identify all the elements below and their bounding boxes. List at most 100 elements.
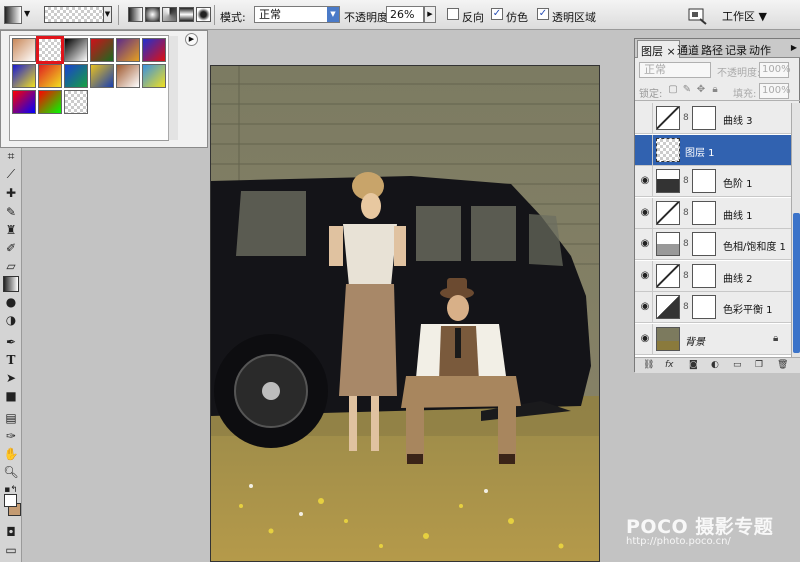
visibility-toggle[interactable]: ◉ (635, 323, 653, 355)
mask-link-icon[interactable]: 8 (683, 302, 689, 312)
tab-layers[interactable]: 图层 × (637, 40, 680, 58)
picker-scrollbar[interactable] (168, 36, 178, 140)
screen-mode-icon[interactable]: ▭ (3, 542, 19, 558)
visibility-toggle[interactable]: ◉ (635, 292, 653, 323)
tab-history[interactable]: 记录 (725, 42, 747, 58)
panel-menu-icon[interactable]: ▶ (791, 43, 797, 52)
layer-mask-thumbnail[interactable] (692, 263, 716, 288)
gradient-tool-icon[interactable] (3, 276, 19, 292)
mask-link-icon[interactable]: 8 (683, 113, 689, 123)
layer-style-icon[interactable]: fx (665, 360, 674, 370)
layer-row[interactable]: 8 曲线 3 (635, 103, 791, 134)
diamond-gradient-icon[interactable] (196, 7, 211, 22)
layer-row[interactable]: ◉ 8 色相/饱和度 1 (635, 229, 791, 260)
gradient-swatch[interactable] (64, 64, 88, 88)
document-canvas[interactable] (210, 65, 600, 562)
history-brush-icon[interactable]: ✐ (3, 240, 19, 256)
adjustment-layer-icon[interactable]: ◐ (711, 360, 719, 370)
gradient-swatch[interactable] (116, 38, 140, 62)
tab-paths[interactable]: 路径 (701, 42, 723, 58)
new-group-icon[interactable]: ▭ (733, 360, 742, 370)
layer-mask-thumbnail[interactable] (692, 295, 716, 319)
mask-link-icon[interactable]: 8 (683, 208, 689, 218)
dither-checkbox[interactable]: ✓ (491, 8, 503, 20)
tab-channels[interactable]: 通道 (677, 42, 699, 58)
tab-actions[interactable]: 动作 (749, 42, 771, 58)
blend-mode-select[interactable]: 正常 (639, 62, 711, 78)
link-layers-icon[interactable]: ⛓ (643, 360, 654, 370)
new-layer-icon[interactable]: ❐ (755, 360, 763, 370)
tool-preset-caret-icon[interactable]: ▼ (24, 9, 30, 18)
layer-row[interactable]: ◉ 背景 🔒︎ (635, 323, 791, 355)
gradient-swatch[interactable] (90, 64, 114, 88)
opacity-slider-arrow-icon[interactable]: ▶ (424, 6, 436, 23)
gradient-swatch[interactable] (64, 90, 88, 114)
shape-tool-icon[interactable]: ■ (3, 388, 19, 404)
visibility-toggle[interactable]: ◉ (635, 197, 653, 229)
layer-list-scrollbar[interactable] (791, 103, 800, 357)
gradient-swatch[interactable] (64, 38, 88, 62)
eyedropper-tool-icon[interactable]: ✑ (3, 428, 19, 444)
picker-menu-icon[interactable]: ▶ (185, 33, 198, 46)
gradient-swatch[interactable] (12, 38, 36, 62)
gradient-swatch[interactable] (38, 64, 62, 88)
gradient-swatch[interactable] (12, 64, 36, 88)
linear-gradient-icon[interactable] (128, 7, 143, 22)
dodge-tool-icon[interactable]: ◑ (3, 312, 19, 328)
gradient-swatch[interactable] (116, 64, 140, 88)
gradient-preview-swatch[interactable] (44, 6, 112, 23)
foreground-color-swatch[interactable] (4, 494, 17, 507)
mask-link-icon[interactable]: 8 (683, 176, 689, 186)
gradient-swatch[interactable] (142, 64, 166, 88)
clone-stamp-icon[interactable]: ♜ (3, 222, 19, 238)
layer-row[interactable]: ◉ 8 曲线 1 (635, 197, 791, 229)
gradient-swatch[interactable] (90, 38, 114, 62)
radial-gradient-icon[interactable] (145, 7, 160, 22)
delete-layer-icon[interactable]: 🗑︎ (777, 360, 788, 370)
visibility-toggle[interactable] (635, 134, 653, 166)
quick-mask-icon[interactable]: ◘ (3, 524, 19, 540)
layer-row[interactable]: ◉ 8 曲线 2 (635, 260, 791, 292)
reflected-gradient-icon[interactable] (179, 7, 194, 22)
layer-row[interactable]: ◉ 8 色阶 1 (635, 166, 791, 197)
mask-link-icon[interactable]: 8 (683, 271, 689, 281)
lock-transparency-icon[interactable]: ▢ (667, 84, 679, 96)
gradient-swatch[interactable] (38, 90, 62, 114)
angle-gradient-icon[interactable] (162, 7, 177, 22)
healing-brush-icon[interactable]: ✚ (3, 185, 19, 201)
scrollbar-thumb[interactable] (793, 213, 800, 353)
opacity-input[interactable]: 26% (386, 6, 424, 23)
gradient-swatch[interactable] (12, 90, 36, 114)
pen-tool-icon[interactable]: ✒ (3, 334, 19, 350)
visibility-toggle[interactable]: ◉ (635, 260, 653, 292)
mask-link-icon[interactable]: 8 (683, 239, 689, 249)
slice-tool-icon[interactable]: ⟋ (3, 166, 19, 182)
zoom-tool-icon[interactable]: 🔍︎ (3, 464, 19, 480)
reverse-checkbox[interactable] (447, 8, 459, 20)
layer-row[interactable]: 图层 1 (635, 134, 791, 166)
transparency-checkbox[interactable]: ✓ (537, 8, 549, 20)
blur-tool-icon[interactable]: ● (3, 294, 19, 310)
layer-mask-thumbnail[interactable] (692, 200, 716, 225)
workspace-icon[interactable] (686, 5, 708, 25)
eraser-tool-icon[interactable]: ▱ (3, 258, 19, 274)
add-mask-icon[interactable]: ◙ (689, 360, 698, 370)
gradient-swatch[interactable] (36, 36, 64, 64)
layer-mask-thumbnail[interactable] (692, 232, 716, 256)
fill-input[interactable]: 100% (759, 83, 791, 99)
path-selection-icon[interactable]: ➤ (3, 370, 19, 386)
lock-position-icon[interactable]: ✥ (695, 84, 707, 96)
visibility-toggle[interactable]: ◉ (635, 166, 653, 197)
layer-mask-thumbnail[interactable] (692, 169, 716, 193)
lock-all-icon[interactable]: 🔒︎ (709, 84, 721, 96)
gradient-dropdown-arrow-icon[interactable]: ▼ (103, 6, 112, 23)
lock-image-icon[interactable]: ✎ (681, 84, 693, 96)
brush-tool-icon[interactable]: ✎ (3, 204, 19, 220)
layer-opacity-input[interactable]: 100% (759, 62, 791, 78)
notes-tool-icon[interactable]: ▤ (3, 410, 19, 426)
visibility-toggle[interactable]: ◉ (635, 229, 653, 260)
hand-tool-icon[interactable]: ✋ (3, 446, 19, 462)
crop-tool-icon[interactable]: ⌗ (3, 148, 19, 164)
workspace-button[interactable]: 工作区 ▼ (722, 8, 767, 24)
layer-row[interactable]: ◉ 8 色彩平衡 1 (635, 292, 791, 323)
